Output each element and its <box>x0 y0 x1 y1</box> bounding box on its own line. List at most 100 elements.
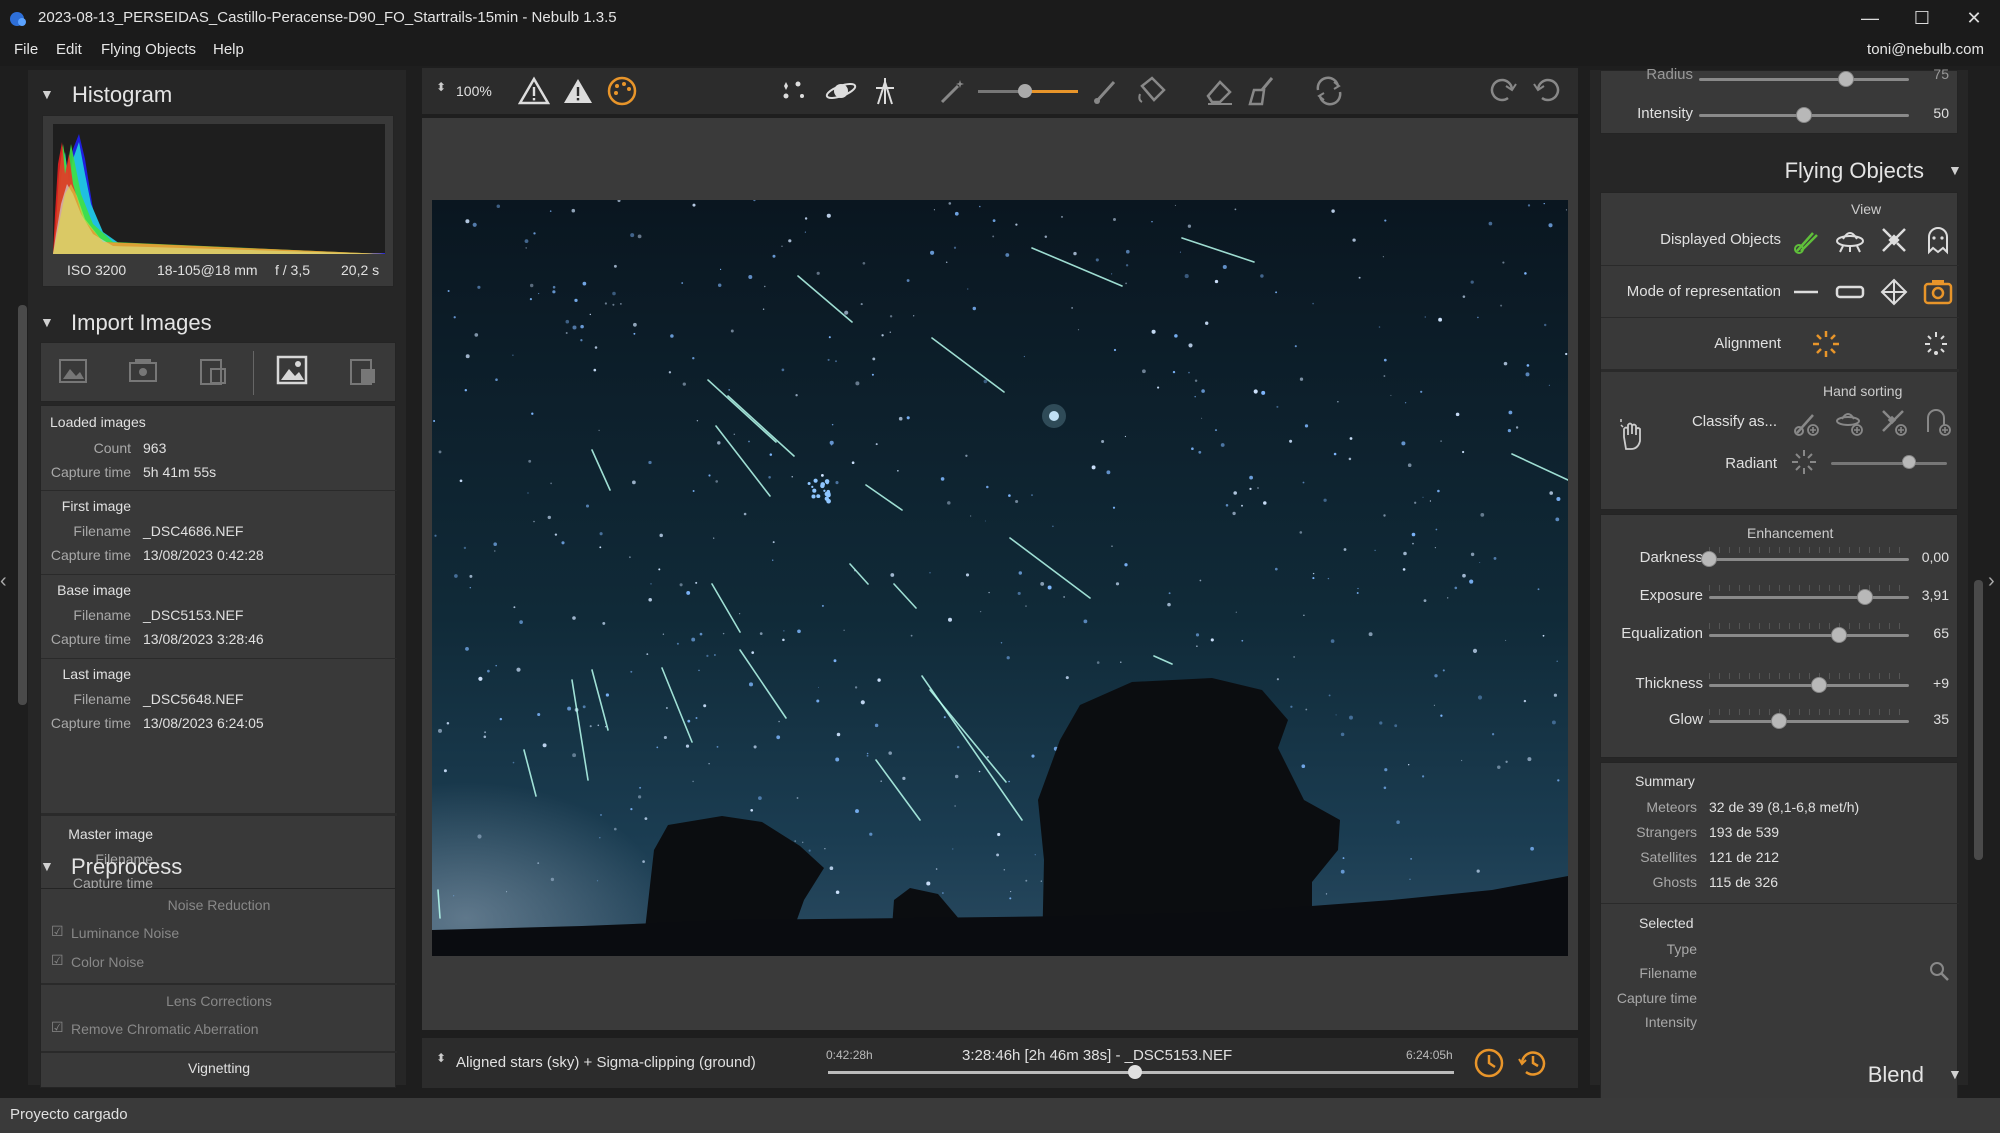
radius-track[interactable] <box>1699 78 1909 81</box>
selected-header: Selected <box>1639 915 1694 931</box>
image-toolbar: ⬍ 100% <box>422 68 1578 114</box>
magic-wand-icon[interactable] <box>936 76 968 106</box>
import-divider <box>253 351 254 395</box>
menu-flying-objects[interactable]: Flying Objects <box>101 41 196 58</box>
satellite-icon[interactable] <box>1879 225 1909 255</box>
broom-icon[interactable] <box>1246 74 1280 108</box>
refresh-icon[interactable] <box>1312 74 1346 108</box>
menu-help[interactable]: Help <box>213 41 244 58</box>
classify-stranger-icon[interactable] <box>1835 407 1865 437</box>
target-mode-icon[interactable] <box>1879 277 1909 307</box>
summary-box: Summary Meteors 32 de 39 (8,1-6,8 met/h)… <box>1600 762 1959 1112</box>
box-mode-icon[interactable] <box>1835 277 1865 307</box>
slider-thumb-glow[interactable] <box>1771 713 1787 729</box>
slider-track-darkness[interactable] <box>1709 558 1909 561</box>
stranger-ufo-icon[interactable] <box>1835 225 1865 255</box>
ghosts-value: 115 de 326 <box>1709 874 1779 890</box>
slider-thumb-thickness[interactable] <box>1811 677 1827 693</box>
radius-thumb[interactable] <box>1838 71 1854 87</box>
right-scrollbar[interactable] <box>1974 580 1983 860</box>
slider-track-exposure[interactable] <box>1709 596 1909 599</box>
clock-back-icon[interactable] <box>1472 1046 1506 1080</box>
photo-mode-icon[interactable] <box>1923 277 1953 307</box>
import-collapse-icon[interactable]: ▼ <box>40 314 54 330</box>
left-scrollbar[interactable] <box>18 305 27 705</box>
slider-ticks <box>1709 623 1909 629</box>
undo-icon[interactable] <box>1530 74 1564 108</box>
eraser-icon[interactable] <box>1202 74 1236 108</box>
maximize-button[interactable]: ☐ <box>1896 0 1948 36</box>
stacking-mode[interactable]: Aligned stars (sky) + Sigma-clipping (gr… <box>456 1054 756 1071</box>
intensity-thumb[interactable] <box>1796 107 1812 123</box>
image-viewer[interactable] <box>422 118 1578 1030</box>
palette-icon[interactable] <box>606 75 638 107</box>
left-collapse-icon[interactable]: ‹ <box>0 570 12 600</box>
line-mode-icon[interactable] <box>1791 277 1821 307</box>
timeline-end: 6:24:05h <box>1406 1048 1453 1062</box>
radiant-thumb[interactable] <box>1901 455 1916 469</box>
alignment-radiant-icon[interactable] <box>1811 329 1841 359</box>
radius-label: Radius <box>1646 66 1693 83</box>
minimize-button[interactable]: — <box>1844 0 1896 36</box>
mode-stepper-icon[interactable]: ⬍ <box>436 1051 446 1065</box>
import-clipboard-icon[interactable] <box>197 355 229 387</box>
meteor-toggle-icon[interactable] <box>1791 225 1821 255</box>
flying-objects-title: Flying Objects <box>1784 158 1924 183</box>
zoom-level[interactable]: 100% <box>456 83 492 99</box>
import-folder-icon[interactable] <box>127 355 159 387</box>
alignment-stars-icon[interactable] <box>1921 329 1951 359</box>
last-capture-value: 13/08/2023 6:24:05 <box>143 715 264 731</box>
timeline-start: 0:42:28h <box>826 1048 873 1062</box>
slider-track-thickness[interactable] <box>1709 684 1909 687</box>
brush-icon[interactable] <box>1090 76 1122 106</box>
radiant-icon[interactable] <box>1789 447 1819 477</box>
blend-collapse-icon[interactable]: ▼ <box>1948 1066 1962 1082</box>
classify-ghost-icon[interactable] <box>1923 407 1953 437</box>
mode-representation-label: Mode of representation <box>1626 283 1781 300</box>
import-master-clipboard-icon[interactable] <box>347 355 379 387</box>
redo-icon[interactable] <box>1486 74 1520 108</box>
planet-icon[interactable] <box>824 76 858 106</box>
paint-bucket-icon[interactable] <box>1134 74 1168 108</box>
preprocess-collapse-icon[interactable]: ▼ <box>40 858 54 874</box>
menu-edit[interactable]: Edit <box>56 41 82 58</box>
slider-thumb-exposure[interactable] <box>1857 589 1873 605</box>
menu-file[interactable]: File <box>14 41 38 58</box>
startrails-image[interactable] <box>432 200 1568 956</box>
meteors-value: 32 de 39 (8,1-6,8 met/h) <box>1709 799 1860 815</box>
histogram-collapse-icon[interactable]: ▼ <box>40 86 54 102</box>
color-noise-checkbox[interactable]: ☑ <box>51 952 64 969</box>
locate-object-icon[interactable] <box>1927 959 1951 983</box>
slider-track-equalization[interactable] <box>1709 634 1909 637</box>
chromatic-aberration-checkbox[interactable]: ☑ <box>51 1019 64 1036</box>
clock-history-icon[interactable] <box>1516 1046 1550 1080</box>
stars-icon[interactable] <box>778 76 810 106</box>
meteors-label: Meteors <box>1646 799 1697 815</box>
slider-label-darkness: Darkness <box>1639 549 1703 566</box>
classify-meteor-icon[interactable] <box>1791 407 1821 437</box>
luminance-noise-label: Luminance Noise <box>71 925 180 941</box>
radiant-track[interactable] <box>1831 462 1947 465</box>
slider-thumb-darkness[interactable] <box>1701 551 1717 567</box>
import-images-icon[interactable] <box>57 355 89 387</box>
slider-track-glow[interactable] <box>1709 720 1909 723</box>
preprocess-box: Noise Reduction ☑ Luminance Noise ☑ Colo… <box>40 888 397 1088</box>
warning-filled-icon[interactable] <box>562 76 594 106</box>
divider <box>1601 369 1959 372</box>
close-button[interactable]: ✕ <box>1948 0 2000 36</box>
antenna-icon[interactable] <box>870 74 900 108</box>
slider-value-glow: 35 <box>1933 711 1949 727</box>
user-account[interactable]: toni@nebulb.com <box>1867 41 1984 58</box>
ghost-icon[interactable] <box>1923 225 1953 255</box>
warning-outline-icon[interactable] <box>518 76 550 106</box>
right-collapse-icon[interactable]: › <box>1988 570 2000 600</box>
last-filename-label: Filename <box>73 691 131 707</box>
luminance-noise-checkbox[interactable]: ☑ <box>51 923 64 940</box>
import-master-image-icon[interactable] <box>275 353 309 387</box>
brush-size-thumb[interactable] <box>1018 84 1032 98</box>
zoom-stepper-icon[interactable]: ⬍ <box>436 80 446 94</box>
classify-satellite-icon[interactable] <box>1879 407 1909 437</box>
slider-thumb-equalization[interactable] <box>1831 627 1847 643</box>
flying-objects-collapse-icon[interactable]: ▼ <box>1948 162 1962 178</box>
timeline-thumb[interactable] <box>1127 1065 1142 1079</box>
